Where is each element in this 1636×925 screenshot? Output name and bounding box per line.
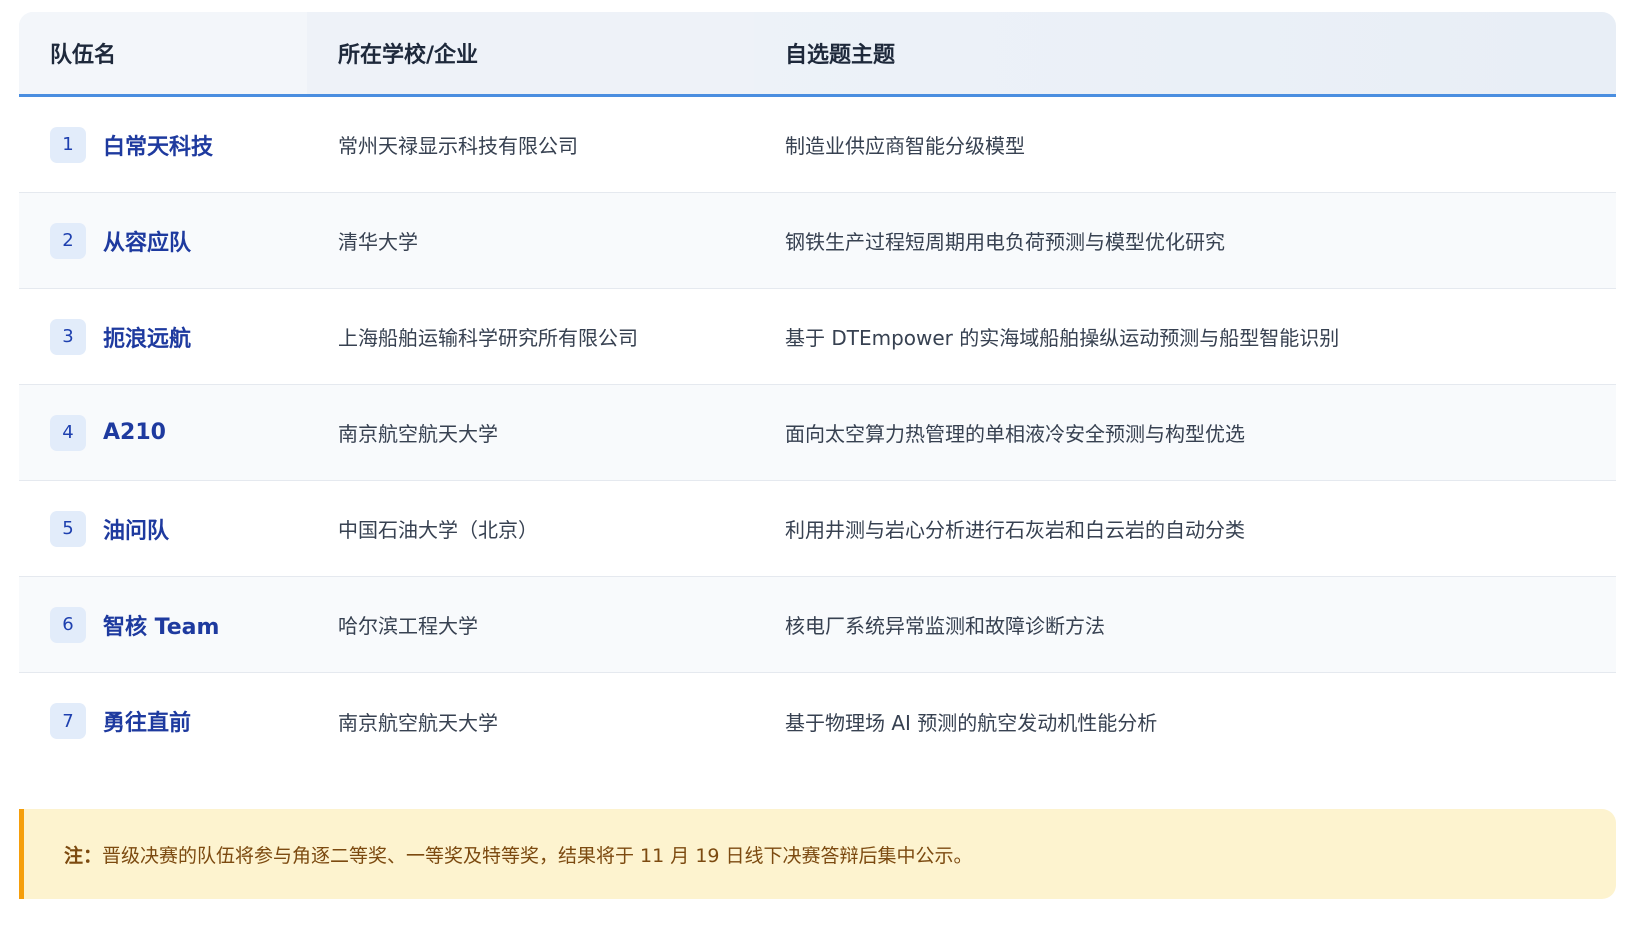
organization-cell: 南京航空航天大学 [338,710,498,735]
team-name: A210 [103,420,166,445]
table-row: 2 从容应队 清华大学 钢铁生产过程短周期用电负荷预测与模型优化研究 [19,193,1616,289]
table-row: 7 勇往直前 南京航空航天大学 基于物理场 AI 预测的航空发动机性能分析 [19,673,1616,769]
topic-cell: 制造业供应商智能分级模型 [785,134,1025,158]
rank-badge: 5 [50,510,86,547]
rank-badge: 2 [50,222,86,259]
organization-cell: 中国石油大学（北京） [338,518,538,542]
note-callout: 注： 晋级决赛的队伍将参与角逐二等奖、一等奖及特等奖，结果将于 11 月 19 … [19,809,1616,899]
note-text: 晋级决赛的队伍将参与角逐二等奖、一等奖及特等奖，结果将于 11 月 19 日线下… [102,844,973,867]
table-row: 5 油问队 中国石油大学（北京） 利用井测与岩心分析进行石灰岩和白云岩的自动分类 [19,481,1616,577]
team-name: 从容应队 [103,230,192,256]
organization-cell: 上海船舶运输科学研究所有限公司 [338,326,638,350]
note-label: 注： [64,844,103,867]
table-row: 3 扼浪远航 上海船舶运输科学研究所有限公司 基于 DTEmpower 的实海域… [19,289,1616,385]
organization-cell: 清华大学 [338,230,418,254]
rank-badge: 6 [50,606,86,643]
table-row: 6 智核 Team 哈尔滨工程大学 核电厂系统异常监测和故障诊断方法 [19,577,1616,673]
topic-cell: 核电厂系统异常监测和故障诊断方法 [785,614,1105,638]
team-name: 白常天科技 [103,134,214,160]
rank-badge: 1 [50,126,86,163]
rank-badge: 4 [50,414,86,451]
table-header: 队伍名 所在学校/企业 自选题主题 [19,12,1616,97]
rank-badge: 7 [50,703,86,739]
header-topic: 自选题主题 [785,43,896,68]
topic-cell: 利用井测与岩心分析进行石灰岩和白云岩的自动分类 [785,518,1245,542]
organization-cell: 南京航空航天大学 [338,422,498,446]
topic-cell: 钢铁生产过程短周期用电负荷预测与模型优化研究 [785,230,1225,254]
team-name: 扼浪远航 [103,326,192,352]
teams-table: 队伍名 所在学校/企业 自选题主题 1 白常天科技 常州天禄显示科技有限公司 制… [19,12,1616,769]
topic-cell: 基于物理场 AI 预测的航空发动机性能分析 [785,710,1158,735]
rank-badge: 3 [50,318,86,355]
team-name: 油问队 [103,518,170,544]
table-row: 1 白常天科技 常州天禄显示科技有限公司 制造业供应商智能分级模型 [19,97,1616,193]
team-cell: 7 勇往直前 [19,673,307,769]
header-team-name: 队伍名 [19,12,307,94]
topic-cell: 面向太空算力热管理的单相液冷安全预测与构型优选 [785,422,1245,446]
team-name: 勇往直前 [103,711,192,736]
organization-cell: 常州天禄显示科技有限公司 [338,134,578,158]
team-name: 智核 Team [103,614,220,640]
table-row: 4 A210 南京航空航天大学 面向太空算力热管理的单相液冷安全预测与构型优选 [19,385,1616,481]
team-cell: 1 白常天科技 [19,97,307,192]
team-cell: 5 油问队 [19,481,307,576]
organization-cell: 哈尔滨工程大学 [338,614,478,638]
header-organization: 所在学校/企业 [307,12,754,94]
team-cell: 4 A210 [19,385,307,480]
team-cell: 3 扼浪远航 [19,289,307,384]
team-cell: 6 智核 Team [19,577,307,672]
team-cell: 2 从容应队 [19,193,307,288]
topic-cell: 基于 DTEmpower 的实海域船舶操纵运动预测与船型智能识别 [785,326,1340,350]
